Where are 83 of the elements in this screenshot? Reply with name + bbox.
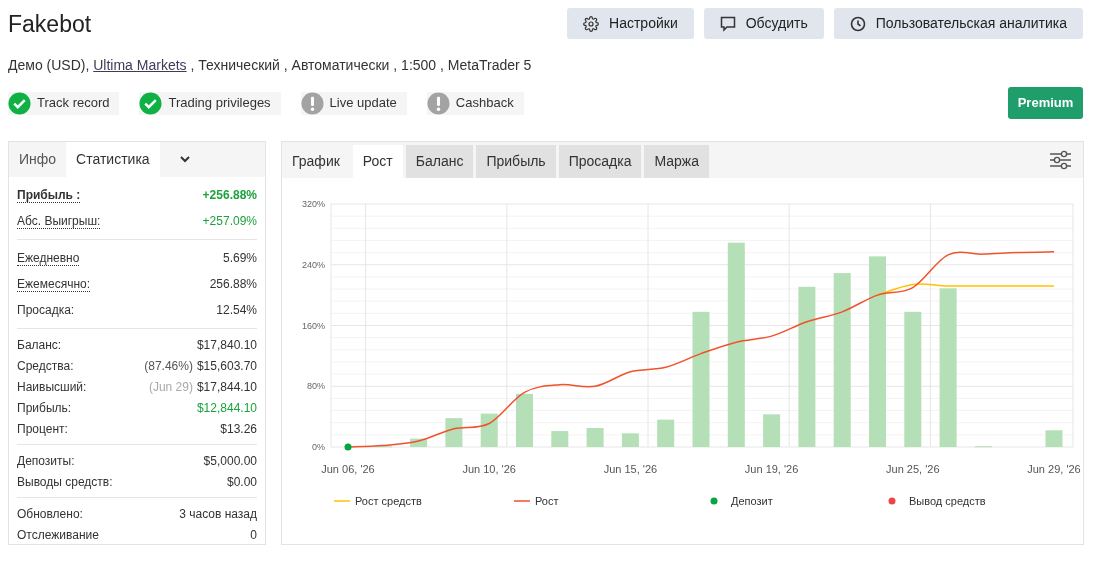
y-axis-label: 160%: [301, 320, 325, 331]
y-axis-label: 320%: [301, 199, 325, 209]
chart-bar: [516, 393, 533, 447]
stat-value: $15,603.70: [196, 357, 257, 375]
stat-value: $12,844.10: [196, 399, 257, 417]
x-axis-label: Jun 10, '26: [462, 463, 516, 475]
chart-bar: [763, 414, 781, 447]
stat-note: (Jun 29): [148, 378, 193, 396]
x-axis-label: Jun 19, '26: [744, 463, 799, 475]
panel-tab[interactable]: Инфо: [9, 142, 67, 177]
chart-bar: [1045, 430, 1063, 447]
stat-label: Средства:: [17, 357, 74, 375]
x-axis-label: Jun 29, '26: [1027, 463, 1081, 475]
stat-value: 3 часов назад: [179, 505, 257, 523]
toolbar-button[interactable]: Настройки: [567, 8, 694, 39]
chart-point: [344, 443, 352, 451]
stat-value: 5.69%: [222, 250, 257, 267]
broker-link[interactable]: Ultima Markets: [93, 57, 187, 73]
chart-tab[interactable]: Рост: [352, 145, 403, 178]
status-badge: Track record: [8, 91, 120, 115]
stat-label: Ежемесячно:: [17, 276, 90, 292]
speech-bubble-icon: [719, 15, 736, 32]
settings-icon: [583, 15, 600, 32]
chart-bar: [621, 433, 639, 447]
stat-value: $13.26: [220, 420, 257, 438]
stat-label: Обновлено:: [17, 505, 83, 523]
status-badge: Cashback: [426, 91, 524, 115]
account-description: Демо (USD), Ultima Markets , Технический , Автоматически , 1:500 , MetaTrader 5: [8, 56, 533, 74]
chart-bar: [551, 431, 569, 447]
stat-label: Выводы средств:: [17, 473, 113, 491]
stat-value: 256.88%: [209, 276, 257, 293]
stat-label: Прибыль:: [17, 399, 72, 417]
chart-bar: [410, 438, 428, 447]
toolbar-button[interactable]: Пользовательская аналитика: [833, 8, 1083, 39]
legend-dot-icon: [710, 497, 718, 505]
x-axis-label: Jun 06, '26: [321, 463, 375, 475]
x-axis-label: Jun 25, '26: [886, 463, 940, 475]
stat-value: $17,844.10: [196, 378, 257, 396]
legend-label: Рост: [535, 495, 559, 507]
stat-value: 12.54%: [216, 302, 257, 319]
stat-label: Депозиты:: [17, 452, 75, 470]
stat-label: Абс. Выигрыш:: [17, 213, 101, 229]
settings-sliders-icon[interactable]: [1049, 150, 1071, 170]
stat-label: Ежедневно: [17, 250, 80, 266]
stat-label: Процент:: [17, 420, 68, 438]
stat-label: Баланс:: [17, 336, 62, 354]
toolbar-button[interactable]: Обсудить: [703, 8, 824, 39]
legend-dot-icon: [888, 497, 896, 505]
x-axis-label: Jun 15, '26: [603, 463, 658, 475]
stat-label: Отслеживание: [17, 526, 99, 544]
legend-label: Депозит: [731, 495, 773, 507]
chart-heading: График: [291, 152, 341, 171]
legend-line-icon: [513, 500, 531, 502]
stat-value: $17,840.10: [196, 336, 257, 354]
stat-label: Наивысший:: [17, 378, 87, 396]
chart-bar: [480, 413, 498, 447]
chart-tab[interactable]: Баланс: [405, 145, 474, 178]
stat-note: (87.46%): [144, 357, 193, 375]
stat-value: +256.88%: [202, 187, 257, 204]
page-title: Fakebot: [8, 10, 92, 39]
chart-tab[interactable]: Прибыль: [476, 145, 556, 178]
chart-bar: [445, 418, 463, 447]
legend-line-icon: [333, 500, 351, 502]
stat-value: $5,000.00: [203, 452, 257, 470]
y-axis-label: 240%: [301, 259, 325, 270]
stat-label: Прибыль :: [17, 187, 81, 203]
stat-label: Просадка:: [17, 302, 75, 319]
y-axis-label: 80%: [307, 381, 325, 392]
chart-tab[interactable]: Маржа: [644, 145, 709, 178]
clock-icon: [849, 15, 866, 32]
status-badge: Live update: [300, 91, 407, 115]
stat-value: 0: [250, 526, 257, 544]
legend-label: Вывод средств: [909, 495, 986, 507]
chart-bar: [657, 419, 675, 447]
chart-bar: [586, 428, 604, 447]
chart-tab[interactable]: Просадка: [558, 145, 642, 178]
stat-value: +257.09%: [202, 213, 257, 230]
chevron-down-icon[interactable]: [179, 156, 190, 163]
stat-value: $0.00: [226, 473, 257, 491]
panel-tab[interactable]: Статистика: [66, 142, 160, 177]
y-axis-label: 0%: [312, 442, 325, 452]
legend-label: Рост средств: [355, 495, 422, 507]
status-badge: Trading privileges: [139, 91, 281, 115]
